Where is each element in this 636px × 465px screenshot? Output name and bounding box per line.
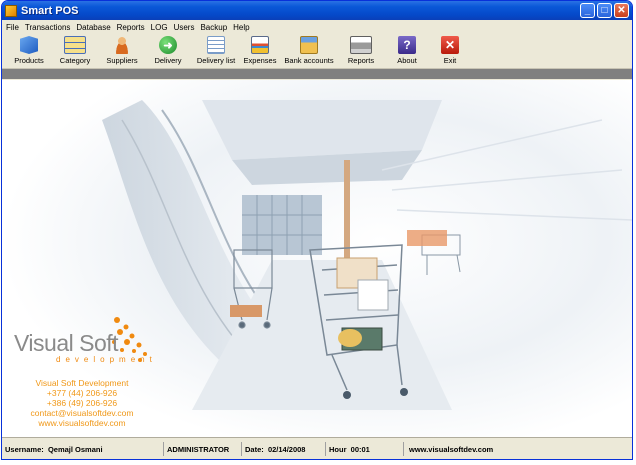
delivery-list-button[interactable]: Delivery list bbox=[192, 34, 240, 65]
title-bar[interactable]: Smart POS _ □ ✕ bbox=[2, 1, 632, 20]
menu-reports[interactable]: Reports bbox=[115, 23, 149, 32]
toolbar-separator bbox=[2, 69, 632, 79]
category-button[interactable]: Category bbox=[50, 34, 100, 65]
main-window: Smart POS _ □ ✕ File Transactions Databa… bbox=[1, 0, 633, 460]
brand-subtitle: development bbox=[56, 355, 157, 364]
app-icon bbox=[5, 4, 17, 17]
status-website: www.visualsoftdev.com bbox=[409, 444, 494, 454]
status-username: Username: Qemajl Osmani bbox=[2, 442, 164, 456]
window-title: Smart POS bbox=[21, 4, 79, 17]
menu-log[interactable]: LOG bbox=[149, 23, 172, 32]
delivery-icon: ➜ bbox=[159, 36, 177, 54]
maximize-icon[interactable]: □ bbox=[597, 3, 612, 18]
date-value: 02/14/2008 bbox=[267, 444, 306, 454]
status-role: ADMINISTRATOR bbox=[164, 442, 242, 456]
brand-name: Visual Soft bbox=[14, 330, 119, 356]
username-value: Qemajl Osmani bbox=[47, 444, 103, 454]
delivery-list-icon bbox=[207, 36, 225, 54]
phone-2: +386 (49) 206-926 bbox=[46, 398, 118, 408]
phone-1: +377 (44) 206-926 bbox=[46, 388, 118, 398]
contact-website: www.visualsoftdev.com bbox=[38, 418, 126, 428]
status-date: Date: 02/14/2008 bbox=[242, 442, 326, 456]
about-icon: ? bbox=[398, 36, 416, 54]
brand-logo: Visual Soft development bbox=[14, 330, 157, 364]
contact-info: Visual Soft Development +377 (44) 206-92… bbox=[6, 378, 158, 428]
menu-users[interactable]: Users bbox=[172, 23, 199, 32]
expenses-icon bbox=[251, 36, 269, 54]
menu-database[interactable]: Database bbox=[74, 23, 114, 32]
products-button[interactable]: Products bbox=[8, 34, 50, 65]
minimize-icon[interactable]: _ bbox=[580, 3, 595, 18]
reports-icon bbox=[350, 36, 372, 54]
hour-value: 00:01 bbox=[350, 444, 370, 454]
status-bar: Username: Qemajl Osmani ADMINISTRATOR Da… bbox=[2, 437, 632, 459]
bank-accounts-button[interactable]: Bank accounts bbox=[280, 34, 338, 65]
products-icon bbox=[20, 36, 38, 54]
bank-accounts-icon bbox=[300, 36, 318, 54]
expenses-button[interactable]: Expenses bbox=[240, 34, 280, 65]
toolbar: Products Category Suppliers ➜ Delivery D… bbox=[2, 34, 632, 69]
about-button[interactable]: ? About bbox=[384, 34, 430, 65]
menu-help[interactable]: Help bbox=[231, 23, 253, 32]
delivery-button[interactable]: ➜ Delivery bbox=[144, 34, 192, 65]
category-icon bbox=[64, 36, 86, 54]
menu-bar: File Transactions Database Reports LOG U… bbox=[2, 20, 632, 34]
contact-email: contact@visualsoftdev.com bbox=[30, 408, 134, 418]
suppliers-button[interactable]: Suppliers bbox=[100, 34, 144, 65]
exit-button[interactable]: ✕ Exit bbox=[430, 34, 470, 65]
close-icon[interactable]: ✕ bbox=[614, 3, 629, 18]
reports-button[interactable]: Reports bbox=[338, 34, 384, 65]
status-hour: Hour 00:01 bbox=[326, 442, 404, 456]
splash-area: Visual Soft development Visual Soft Deve… bbox=[2, 80, 632, 437]
exit-icon: ✕ bbox=[441, 36, 459, 54]
suppliers-icon bbox=[113, 36, 131, 54]
company-name: Visual Soft Development bbox=[35, 378, 129, 388]
menu-file[interactable]: File bbox=[4, 23, 23, 32]
menu-transactions[interactable]: Transactions bbox=[23, 23, 75, 32]
menu-backup[interactable]: Backup bbox=[198, 23, 231, 32]
